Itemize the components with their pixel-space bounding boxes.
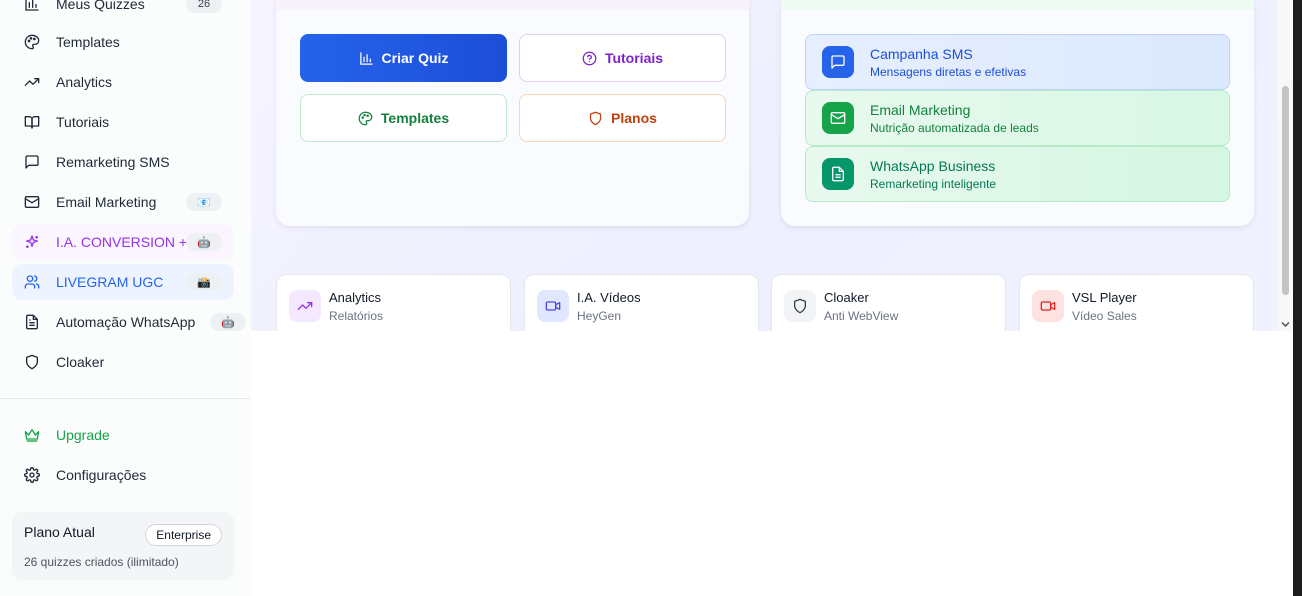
sidebar-item-label: Remarketing SMS	[56, 154, 170, 170]
bar-chart-icon	[359, 51, 373, 65]
sidebar-item-templates[interactable]: Templates	[12, 24, 234, 60]
sidebar-item-label: I.A. CONVERSION +	[56, 234, 188, 250]
chevron-down-icon	[1281, 321, 1290, 327]
sidebar-item-label: LIVEGRAM UGC	[56, 274, 164, 290]
plans-label: Planos	[611, 110, 657, 126]
sidebar: Meus Quizzes 26 Templates Analytics Tuto…	[0, 0, 251, 596]
sidebar-item-livegram-ugc[interactable]: LIVEGRAM UGC 📸	[12, 264, 234, 300]
plan-subtitle: 26 quizzes criados (ilimitado)	[24, 555, 179, 569]
mail-icon	[24, 194, 40, 210]
sidebar-item-label: Configurações	[56, 467, 147, 483]
shield-icon	[589, 111, 602, 125]
feature-email-marketing[interactable]: Email Marketing Nutrição automatizada de…	[805, 90, 1230, 146]
sidebar-item-label: Automação WhatsApp	[56, 314, 196, 330]
tool-tile-vsl-player[interactable]: VSL Player Vídeo Sales	[1019, 274, 1254, 331]
main-content: Criar Quiz Tutoriais Templates Planos Ca…	[251, 0, 1293, 331]
card-header-strip	[781, 0, 1254, 10]
trending-up-icon	[24, 74, 40, 90]
sidebar-item-remarketing-sms[interactable]: Remarketing SMS	[12, 144, 234, 180]
card-header-strip	[276, 0, 749, 10]
feature-subtitle: Mensagens diretas e efetivas	[870, 64, 1027, 79]
templates-label: Templates	[380, 110, 450, 126]
video-icon	[537, 290, 569, 322]
scroll-down-arrow[interactable]	[1278, 317, 1293, 331]
tool-subtitle: Anti WebView	[824, 309, 899, 323]
sidebar-item-label: Email Marketing	[56, 194, 157, 210]
bar-chart-icon	[24, 0, 40, 12]
feature-campanha-sms[interactable]: Campanha SMS Mensagens diretas e efetiva…	[805, 34, 1230, 90]
sidebar-item-cloaker[interactable]: Cloaker	[12, 344, 234, 380]
sidebar-item-label: Cloaker	[56, 354, 105, 370]
sidebar-item-label: Tutoriais	[56, 114, 110, 130]
tutorials-button[interactable]: Tutoriais	[519, 34, 726, 82]
feature-whatsapp-business[interactable]: WhatsApp Business Remarketing inteligent…	[805, 146, 1230, 202]
vertical-scrollbar[interactable]	[1278, 0, 1293, 331]
shield-icon	[784, 290, 816, 322]
feature-title: Campanha SMS	[870, 45, 973, 62]
window-edge	[1293, 0, 1302, 596]
tool-tile-analytics[interactable]: Analytics Relatórios	[276, 274, 511, 331]
help-circle-icon	[582, 51, 597, 65]
video-icon	[1032, 290, 1064, 322]
tool-title: Cloaker	[824, 290, 869, 305]
scrollbar-thumb[interactable]	[1282, 86, 1289, 295]
tool-title: I.A. Vídeos	[577, 290, 641, 305]
create-quiz-button[interactable]: Criar Quiz	[300, 34, 507, 82]
sidebar-item-ia-conversion[interactable]: I.A. CONVERSION + 🤖	[12, 224, 234, 260]
plan-badge: Enterprise	[145, 524, 222, 546]
gear-icon	[24, 467, 40, 483]
sidebar-item-label: Analytics	[56, 74, 113, 90]
feature-title: WhatsApp Business	[870, 157, 996, 174]
count-badge: 26	[186, 0, 222, 13]
templates-button[interactable]: Templates	[300, 94, 507, 142]
sidebar-item-automacao-whatsapp[interactable]: Automação WhatsApp 🤖	[12, 304, 246, 340]
file-text-icon	[822, 158, 854, 190]
sparkles-icon	[24, 234, 40, 250]
tool-tile-cloaker[interactable]: Cloaker Anti WebView	[771, 274, 1006, 331]
tool-subtitle: Vídeo Sales	[1072, 309, 1137, 323]
feature-subtitle: Remarketing inteligente	[870, 176, 997, 191]
sidebar-item-analytics[interactable]: Analytics	[12, 64, 234, 100]
emoji-badge: 📧	[186, 193, 222, 211]
remarketing-card: Campanha SMS Mensagens diretas e efetiva…	[781, 0, 1254, 226]
shield-icon	[24, 354, 40, 370]
sidebar-divider	[0, 398, 251, 399]
sidebar-item-meus-quizzes[interactable]: Meus Quizzes 26	[12, 0, 234, 22]
tutorials-label: Tutoriais	[604, 50, 664, 66]
plans-button[interactable]: Planos	[519, 94, 726, 142]
sidebar-item-configuracoes[interactable]: Configurações	[12, 457, 234, 493]
current-plan-card: Plano Atual Enterprise 26 quizzes criado…	[12, 512, 234, 580]
sidebar-item-email-marketing[interactable]: Email Marketing 📧	[12, 184, 234, 220]
trending-up-icon	[289, 290, 321, 322]
file-text-icon	[24, 314, 40, 330]
tool-subtitle: Relatórios	[329, 309, 384, 323]
message-square-icon	[822, 46, 854, 78]
users-icon	[24, 274, 40, 290]
feature-title: Email Marketing	[870, 101, 971, 118]
quick-actions-card: Criar Quiz Tutoriais Templates Planos	[276, 0, 749, 226]
sidebar-item-label: Templates	[56, 34, 120, 50]
create-quiz-label: Criar Quiz	[381, 50, 449, 66]
emoji-badge: 🤖	[186, 233, 222, 251]
sidebar-item-label: Upgrade	[56, 427, 110, 443]
emoji-badge: 🤖	[210, 313, 246, 331]
feature-subtitle: Nutrição automatizada de leads	[870, 120, 1039, 135]
app-root: Meus Quizzes 26 Templates Analytics Tuto…	[0, 0, 1302, 596]
message-square-icon	[24, 154, 40, 170]
tool-title: Analytics	[329, 290, 382, 305]
emoji-badge: 📸	[186, 273, 222, 291]
palette-icon	[24, 34, 40, 50]
sidebar-item-tutoriais[interactable]: Tutoriais	[12, 104, 234, 140]
sidebar-item-upgrade[interactable]: Upgrade	[12, 417, 234, 453]
palette-icon	[358, 111, 373, 125]
sidebar-item-label: Meus Quizzes	[56, 0, 145, 12]
crown-icon	[24, 427, 40, 443]
tool-tile-ia-videos[interactable]: I.A. Vídeos HeyGen	[524, 274, 759, 331]
book-open-icon	[24, 114, 40, 130]
tool-subtitle: HeyGen	[577, 309, 622, 323]
tool-title: VSL Player	[1072, 290, 1137, 305]
mail-icon	[822, 102, 854, 134]
